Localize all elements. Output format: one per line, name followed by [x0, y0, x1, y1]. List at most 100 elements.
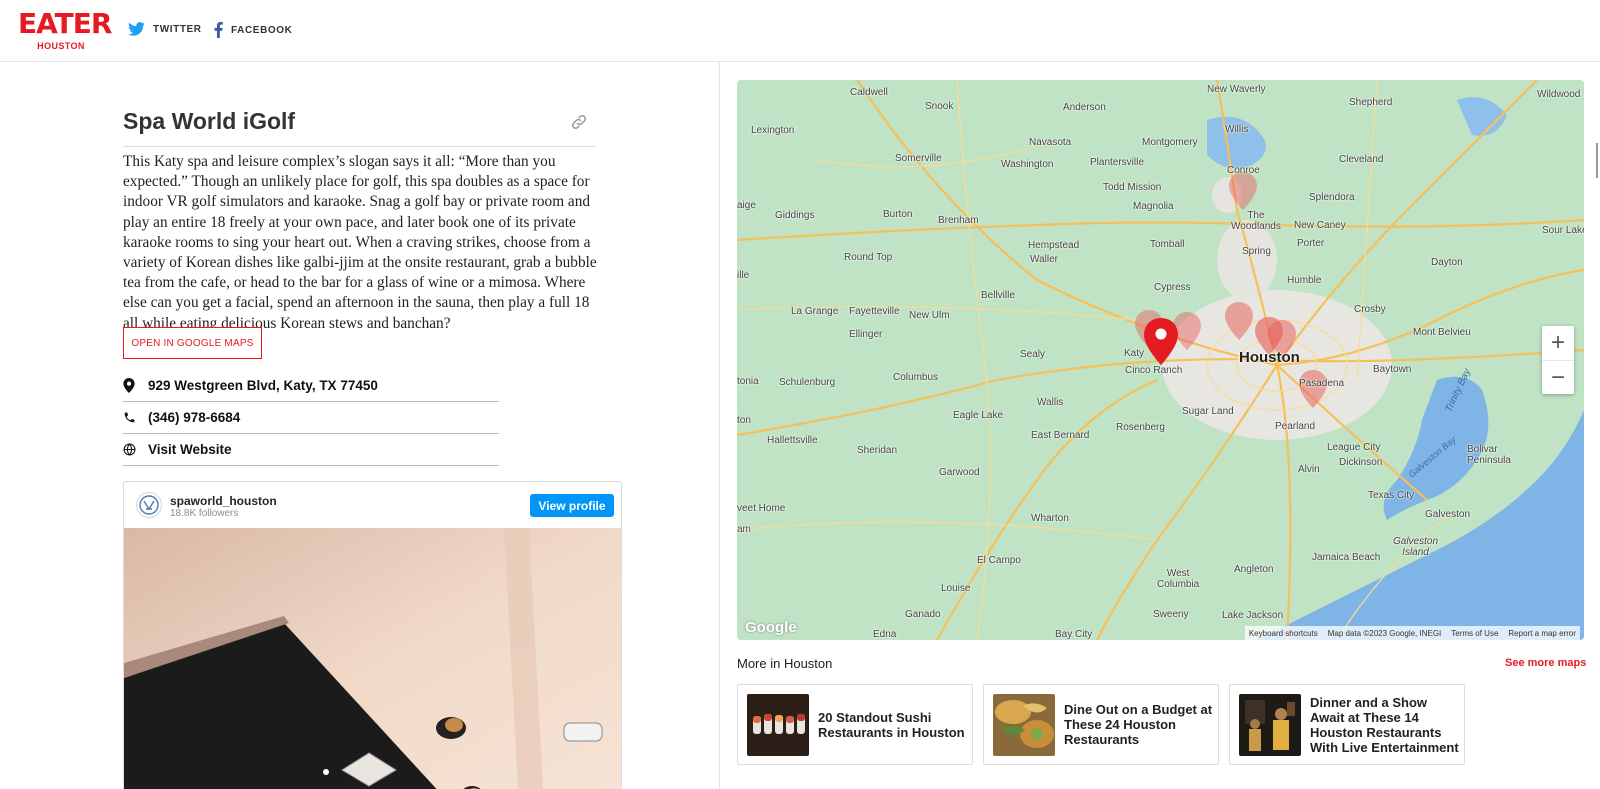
map-label: Snook: [925, 101, 954, 112]
map-label: ille: [737, 270, 750, 281]
map-label: aige: [737, 200, 756, 211]
permalink-icon[interactable]: [570, 113, 588, 136]
map-data-credit: Map data ©2023 Google, INEGI: [1327, 628, 1442, 638]
map-label: Hempstead: [1028, 240, 1080, 251]
map-label: Tomball: [1150, 239, 1185, 250]
website-link[interactable]: Visit Website: [148, 442, 232, 457]
open-in-google-maps-button[interactable]: OPEN IN GOOGLE MAPS: [123, 327, 262, 359]
see-more-maps-link[interactable]: See more maps: [1505, 657, 1586, 669]
map-label: Cinco Ranch: [1125, 365, 1183, 376]
twitter-link[interactable]: TWITTER: [128, 22, 202, 36]
instagram-avatar[interactable]: [136, 492, 162, 518]
map-label: ton: [737, 415, 751, 426]
map-label: Somerville: [895, 153, 942, 164]
instagram-post-photo[interactable]: [124, 528, 621, 789]
report-map-error-link[interactable]: Report a map error: [1508, 629, 1576, 638]
map-label: Burton: [883, 209, 913, 220]
map-label: Bolivar Peninsula: [1467, 444, 1511, 466]
card-title: Dinner and a Show Await at These 14 Hous…: [1310, 694, 1459, 755]
map-label: New Ulm: [909, 310, 950, 321]
more-in-houston-heading: More in Houston: [737, 656, 833, 671]
place-title: Spa World iGolf: [123, 108, 296, 134]
map-label: Mont Belvieu: [1413, 327, 1471, 338]
terms-of-use-link[interactable]: Terms of Use: [1451, 629, 1498, 638]
phone-link[interactable]: (346) 978-6684: [148, 410, 240, 425]
map-label: Waller: [1030, 254, 1058, 265]
related-map-card[interactable]: Dine Out on a Budget at These 24 Houston…: [983, 684, 1219, 765]
logo-wordmark: EATER: [18, 7, 112, 40]
map-label: Navasota: [1029, 137, 1072, 148]
map-label: Schulenburg: [779, 377, 836, 388]
address-row: 929 Westgreen Blvd, Katy, TX 77450: [123, 370, 499, 402]
map-label: Texas City: [1368, 490, 1415, 501]
map-label: Brenham: [938, 215, 979, 226]
map-label: East Bernard: [1031, 430, 1090, 441]
map-label: Magnolia: [1133, 201, 1174, 212]
map-label: League City: [1327, 442, 1381, 453]
instagram-header: spaworld_houston 18.8K followers View pr…: [124, 482, 621, 528]
instagram-embed: spaworld_houston 18.8K followers View pr…: [123, 481, 622, 789]
map-label: Spring: [1242, 246, 1271, 257]
map-label: Round Top: [844, 252, 893, 263]
map-label: Wildwood: [1537, 89, 1581, 100]
map-label: La Grange: [791, 306, 839, 317]
related-map-card[interactable]: Dinner and a Show Await at These 14 Hous…: [1229, 684, 1465, 765]
map-label: Edna: [873, 629, 897, 640]
column-divider: [719, 62, 720, 789]
scrollbar-thumb[interactable]: [1596, 143, 1598, 178]
map-label: Shepherd: [1349, 97, 1393, 108]
website-row: Visit Website: [123, 434, 499, 466]
map-label: Cypress: [1154, 282, 1191, 293]
map-label: Baytown: [1373, 364, 1412, 375]
twitter-label: TWITTER: [153, 23, 202, 35]
map-label: Montgomery: [1142, 137, 1198, 148]
map-label: Sealy: [1020, 349, 1046, 360]
map-label: Pearland: [1275, 421, 1316, 432]
map-label: Dayton: [1431, 257, 1463, 268]
map-label: Todd Mission: [1103, 182, 1162, 193]
map-label: Sweeny: [1153, 609, 1189, 620]
map-panel[interactable]: Caldwell Snook Anderson New Waverly Shep…: [737, 80, 1584, 640]
card-thumbnail: [993, 694, 1055, 756]
map-label: Sheridan: [857, 445, 898, 456]
map-label: Sour Lake: [1542, 225, 1584, 236]
map-label: Ellinger: [849, 329, 883, 340]
card-title: Dine Out on a Budget at These 24 Houston…: [1064, 702, 1213, 747]
twitter-icon: [128, 22, 145, 36]
facebook-link[interactable]: FACEBOOK: [214, 22, 292, 38]
map-label: Crosby: [1354, 304, 1386, 315]
map-label: Dickinson: [1339, 457, 1383, 468]
map-label: Lexington: [751, 125, 795, 136]
map-label: Caldwell: [850, 87, 888, 98]
zoom-out-button[interactable]: −: [1542, 360, 1574, 394]
phone-row: (346) 978-6684: [123, 402, 499, 434]
instagram-username[interactable]: spaworld_houston: [170, 494, 277, 508]
keyboard-shortcuts-link[interactable]: Keyboard shortcuts: [1249, 629, 1318, 638]
map-label: Plantersville: [1090, 157, 1144, 168]
map-label: Sugar Land: [1182, 406, 1234, 417]
map-label: Willis: [1225, 124, 1249, 135]
address-text: 929 Westgreen Blvd, Katy, TX 77450: [148, 378, 378, 393]
card-thumbnail: [1239, 694, 1301, 756]
related-map-card[interactable]: 20 Standout Sushi Restaurants in Houston: [737, 684, 973, 765]
eater-logo[interactable]: EATER HOUSTON: [18, 7, 112, 52]
map-label: Pasadena: [1299, 378, 1345, 389]
view-profile-button[interactable]: View profile: [530, 494, 614, 517]
map-label: Galveston: [1425, 509, 1471, 520]
map-label: New Waverly: [1207, 84, 1266, 95]
location-pin-icon: [123, 378, 148, 393]
map-label: New Caney: [1294, 220, 1346, 231]
place-description: This Katy spa and leisure complex’s slog…: [123, 153, 597, 332]
map-label: West Columbia: [1157, 568, 1200, 590]
map-label: am: [737, 524, 751, 535]
map-label: Cleveland: [1339, 154, 1384, 165]
facebook-icon: [214, 22, 223, 38]
map-label: Anderson: [1063, 102, 1106, 113]
title-divider: [123, 146, 596, 147]
map-label: tonia: [737, 376, 759, 387]
google-logo[interactable]: Google: [745, 619, 797, 636]
site-header: EATER HOUSTON TWITTER FACEBOOK: [0, 0, 1600, 62]
map-label: Louise: [941, 583, 971, 594]
map-label: Eagle Lake: [953, 410, 1004, 421]
zoom-in-button[interactable]: +: [1542, 326, 1574, 360]
